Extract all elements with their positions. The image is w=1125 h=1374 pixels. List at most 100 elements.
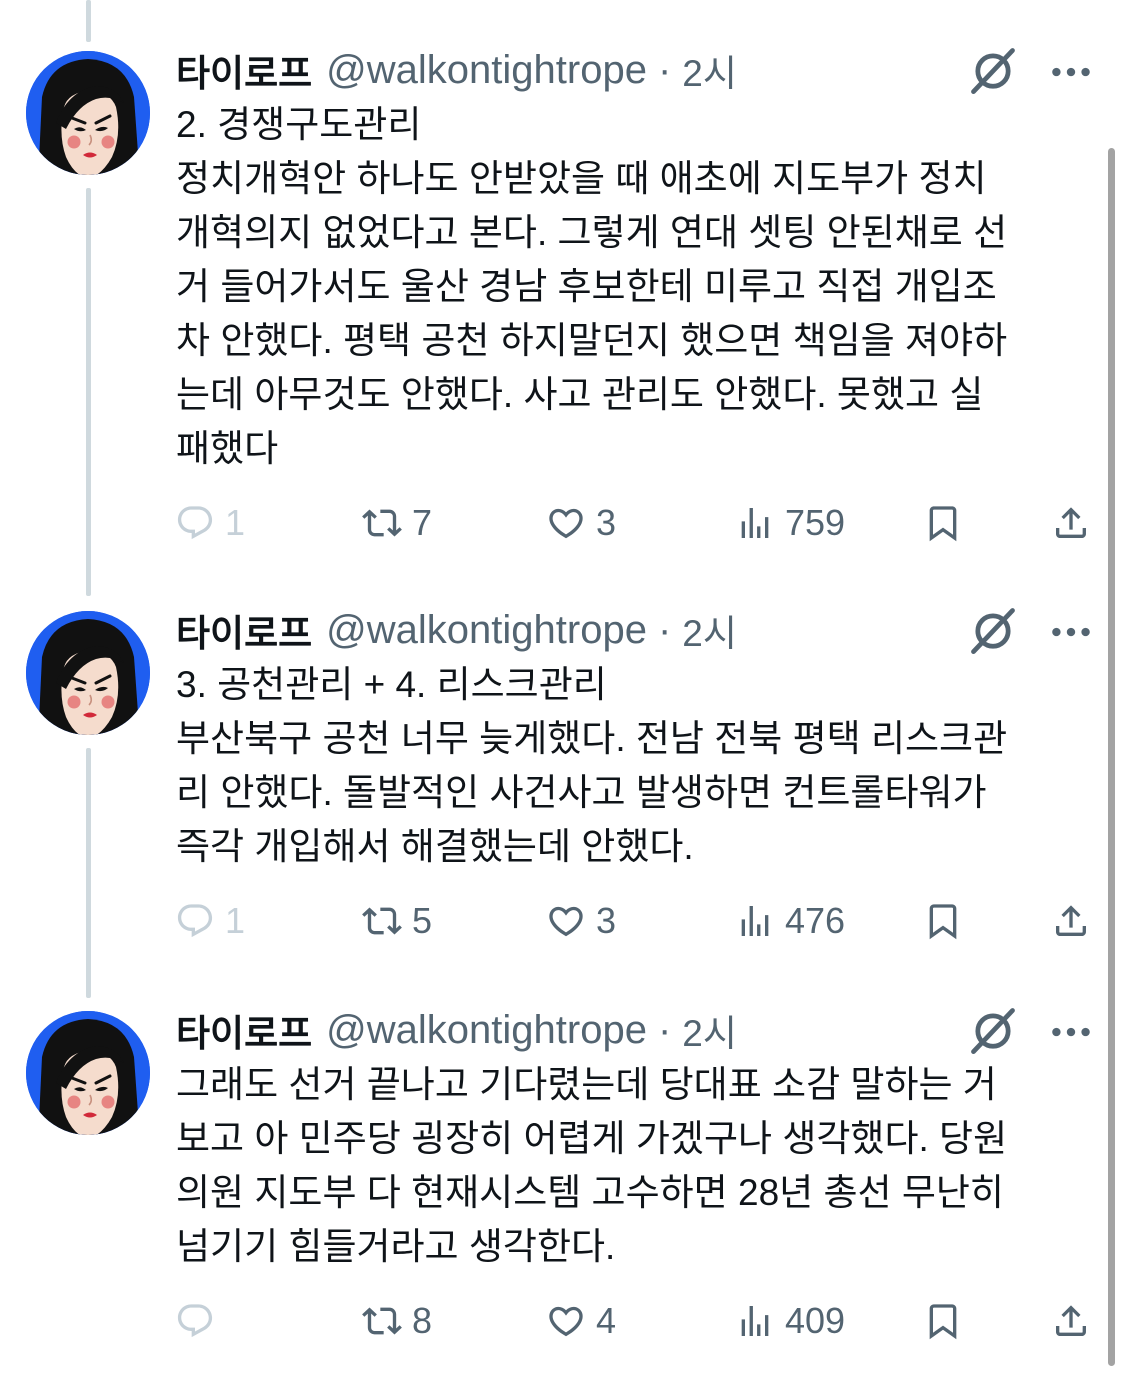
tweet-header: 타이로프 @walkontightrope · 2시	[176, 43, 956, 97]
tweet[interactable]: 타이로프 @walkontightrope · 2시 그래도 선거 끝나고 기다…	[0, 1000, 1125, 1360]
tweet-timestamp[interactable]: 2시	[682, 1003, 737, 1057]
heart-icon	[546, 503, 586, 543]
tweet-text: 2. 경쟁구도관리 정치개혁안 하나도 안받았을 때 애초에 지도부가 정치 개…	[176, 98, 1100, 476]
more-options-button[interactable]	[1046, 1007, 1096, 1057]
repost-count: 5	[412, 900, 433, 941]
repost-count: 8	[412, 1300, 433, 1341]
repost-button[interactable]: 5	[362, 894, 432, 948]
like-button[interactable]: 3	[546, 496, 616, 550]
tweet-actions: 1 5 3 476	[176, 894, 1100, 948]
tweet-text-line: 거 들어가서도 울산 경남 후보한테 미루고 직접 개입조	[176, 266, 997, 307]
reply-button[interactable]	[175, 1294, 225, 1348]
tweet-text-line: 즉각 개입해서 해결했는데 안했다.	[176, 826, 694, 867]
tweet-actions: 8 4 409	[176, 1294, 1100, 1348]
repost-button[interactable]: 7	[362, 496, 432, 550]
grok-button[interactable]	[967, 44, 1019, 96]
tweet-text-line: 차 안했다. 평택 공천 하지말던지 했으면 책임을 져야하	[176, 320, 1008, 361]
tweet-content: 타이로프 @walkontightrope · 2시 2. 경쟁구도관리 정치개…	[176, 43, 1100, 550]
tweet-actions: 1 7 3 759	[176, 496, 1100, 550]
more-options-button[interactable]	[1046, 47, 1096, 97]
reply-button[interactable]: 1	[175, 894, 245, 948]
more-icon	[1046, 607, 1096, 657]
views-button[interactable]: 476	[735, 894, 845, 948]
tweet-text: 그래도 선거 끝나고 기다렸는데 당대표 소감 말하는 거 보고 아 민주당 굉…	[176, 1058, 1100, 1274]
grok-button[interactable]	[967, 604, 1019, 656]
retweet-icon	[362, 1301, 402, 1341]
bookmark-button[interactable]	[923, 496, 963, 550]
tweet-text-line: 의원 지도부 다 현재시스템 고수하면 28년 총선 무난히	[176, 1172, 1004, 1213]
tweet-text: 3. 공천관리 + 4. 리스크관리 부산북구 공천 너무 늦게했다. 전남 전…	[176, 658, 1100, 874]
tweet[interactable]: 타이로프 @walkontightrope · 2시 2. 경쟁구도관리 정치개…	[0, 40, 1125, 560]
thread-line	[86, 0, 91, 42]
grok-icon	[967, 44, 1019, 96]
share-icon	[1051, 1301, 1091, 1341]
views-count: 409	[785, 1300, 846, 1341]
views-button[interactable]: 409	[735, 1294, 845, 1348]
avatar[interactable]	[26, 1011, 150, 1135]
avatar[interactable]	[26, 611, 150, 735]
share-button[interactable]	[1051, 496, 1091, 550]
tweet-text-line: 패했다	[176, 428, 279, 469]
retweet-icon	[362, 503, 402, 543]
tweet-text-line: 2. 경쟁구도관리	[176, 104, 422, 145]
bookmark-icon	[923, 1301, 963, 1341]
author-name[interactable]: 타이로프	[176, 603, 312, 657]
reply-count: 1	[225, 900, 246, 941]
like-count: 4	[596, 1300, 617, 1341]
avatar[interactable]	[26, 51, 150, 175]
tweet-timestamp[interactable]: 2시	[682, 603, 737, 657]
reply-button[interactable]: 1	[175, 496, 245, 550]
share-button[interactable]	[1051, 894, 1091, 948]
more-icon	[1046, 47, 1096, 97]
like-count: 3	[596, 900, 617, 941]
repost-count: 7	[412, 502, 433, 543]
header-separator: ·	[657, 47, 672, 92]
reply-count: 1	[225, 502, 246, 543]
more-options-button[interactable]	[1046, 607, 1096, 657]
views-icon	[735, 901, 775, 941]
reply-icon	[175, 1301, 215, 1341]
views-count: 476	[785, 900, 846, 941]
header-separator: ·	[657, 607, 672, 652]
tweet-text-line: 부산북구 공천 너무 늦게했다. 전남 전북 평택 리스크관	[176, 718, 1008, 759]
more-icon	[1046, 1007, 1096, 1057]
author-handle[interactable]: @walkontightrope	[326, 608, 647, 653]
tweet[interactable]: 타이로프 @walkontightrope · 2시 3. 공천관리 + 4. …	[0, 600, 1125, 960]
views-icon	[735, 503, 775, 543]
tweet-text-line: 그래도 선거 끝나고 기다렸는데 당대표 소감 말하는 거	[176, 1064, 997, 1105]
avatar-image	[26, 51, 150, 175]
views-button[interactable]: 759	[735, 496, 845, 550]
grok-icon	[967, 604, 1019, 656]
author-handle[interactable]: @walkontightrope	[326, 1008, 647, 1053]
tweet-text-line: 정치개혁안 하나도 안받았을 때 애초에 지도부가 정치	[176, 158, 987, 199]
tweet-header: 타이로프 @walkontightrope · 2시	[176, 603, 956, 657]
tweet-content: 타이로프 @walkontightrope · 2시 3. 공천관리 + 4. …	[176, 603, 1100, 948]
author-name[interactable]: 타이로프	[176, 1003, 312, 1057]
bookmark-button[interactable]	[923, 1294, 963, 1348]
bookmark-icon	[923, 503, 963, 543]
like-button[interactable]: 3	[546, 894, 616, 948]
like-count: 3	[596, 502, 617, 543]
views-icon	[735, 1301, 775, 1341]
scroll-indicator[interactable]	[1108, 148, 1115, 1366]
heart-icon	[546, 1301, 586, 1341]
header-separator: ·	[657, 1007, 672, 1052]
grok-icon	[967, 1004, 1019, 1056]
heart-icon	[546, 901, 586, 941]
avatar-image	[26, 1011, 150, 1135]
grok-button[interactable]	[967, 1004, 1019, 1056]
tweet-content: 타이로프 @walkontightrope · 2시 그래도 선거 끝나고 기다…	[176, 1003, 1100, 1348]
author-handle[interactable]: @walkontightrope	[326, 48, 647, 93]
reply-icon	[175, 901, 215, 941]
like-button[interactable]: 4	[546, 1294, 616, 1348]
bookmark-icon	[923, 901, 963, 941]
share-icon	[1051, 901, 1091, 941]
share-button[interactable]	[1051, 1294, 1091, 1348]
tweet-header: 타이로프 @walkontightrope · 2시	[176, 1003, 956, 1057]
share-icon	[1051, 503, 1091, 543]
tweet-timestamp[interactable]: 2시	[682, 43, 737, 97]
repost-button[interactable]: 8	[362, 1294, 432, 1348]
author-name[interactable]: 타이로프	[176, 43, 312, 97]
views-count: 759	[785, 502, 846, 543]
bookmark-button[interactable]	[923, 894, 963, 948]
